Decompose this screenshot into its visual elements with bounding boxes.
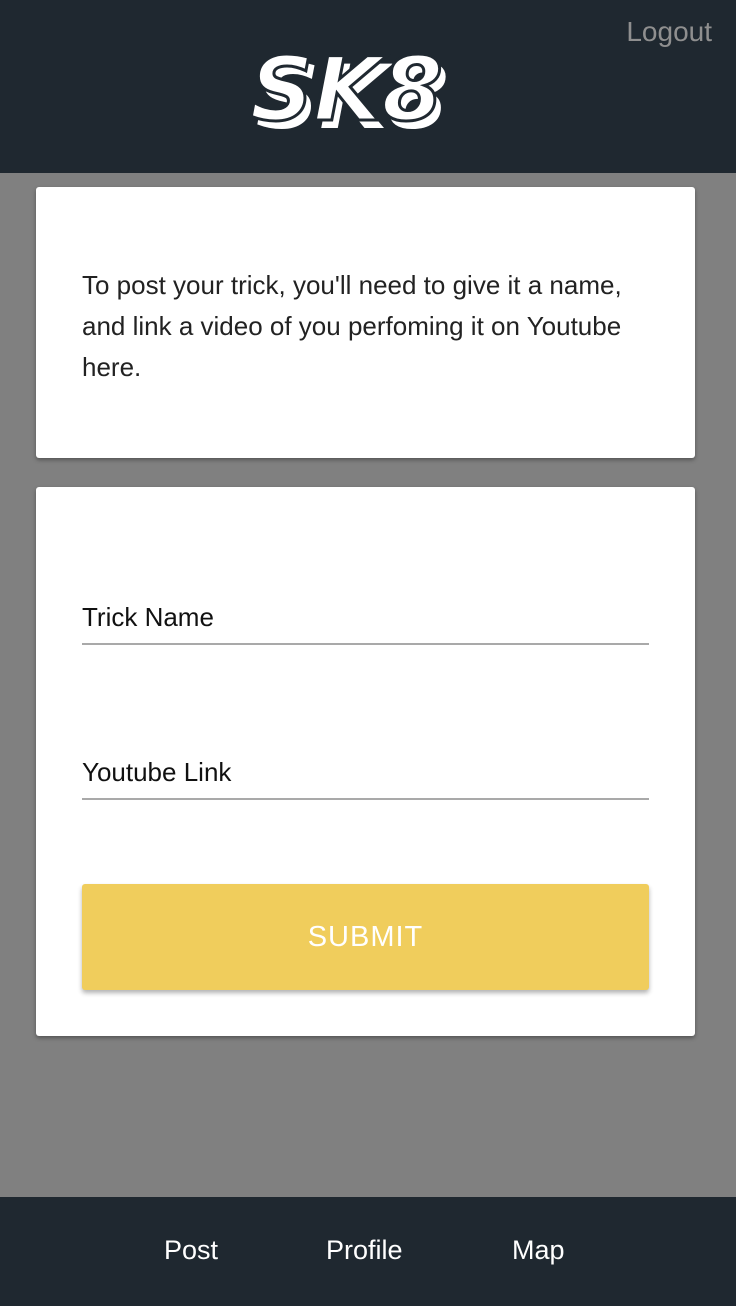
instructions-text: To post your trick, you'll need to give …	[82, 270, 622, 382]
submit-button[interactable]: SUBMIT	[82, 884, 649, 990]
app-header: SK8 SK8 Logout	[0, 0, 736, 173]
info-card: To post your trick, you'll need to give …	[36, 187, 695, 458]
post-trick-form: SUBMIT	[36, 487, 695, 1036]
sk8-logo: SK8 SK8	[248, 37, 488, 150]
nav-item-post[interactable]: Post	[164, 1235, 218, 1266]
logout-link[interactable]: Logout	[626, 16, 712, 48]
youtube-link-field	[82, 740, 649, 800]
youtube-link-input[interactable]	[82, 740, 649, 798]
bottom-nav: Post Profile Map	[36, 1197, 698, 1306]
trick-name-input[interactable]	[82, 585, 649, 643]
svg-text:SK8: SK8	[250, 42, 443, 134]
logo-graphic: SK8 SK8	[249, 37, 449, 150]
nav-item-profile[interactable]: Profile	[326, 1235, 403, 1266]
trick-name-field	[82, 585, 649, 645]
nav-item-map[interactable]: Map	[512, 1235, 565, 1266]
